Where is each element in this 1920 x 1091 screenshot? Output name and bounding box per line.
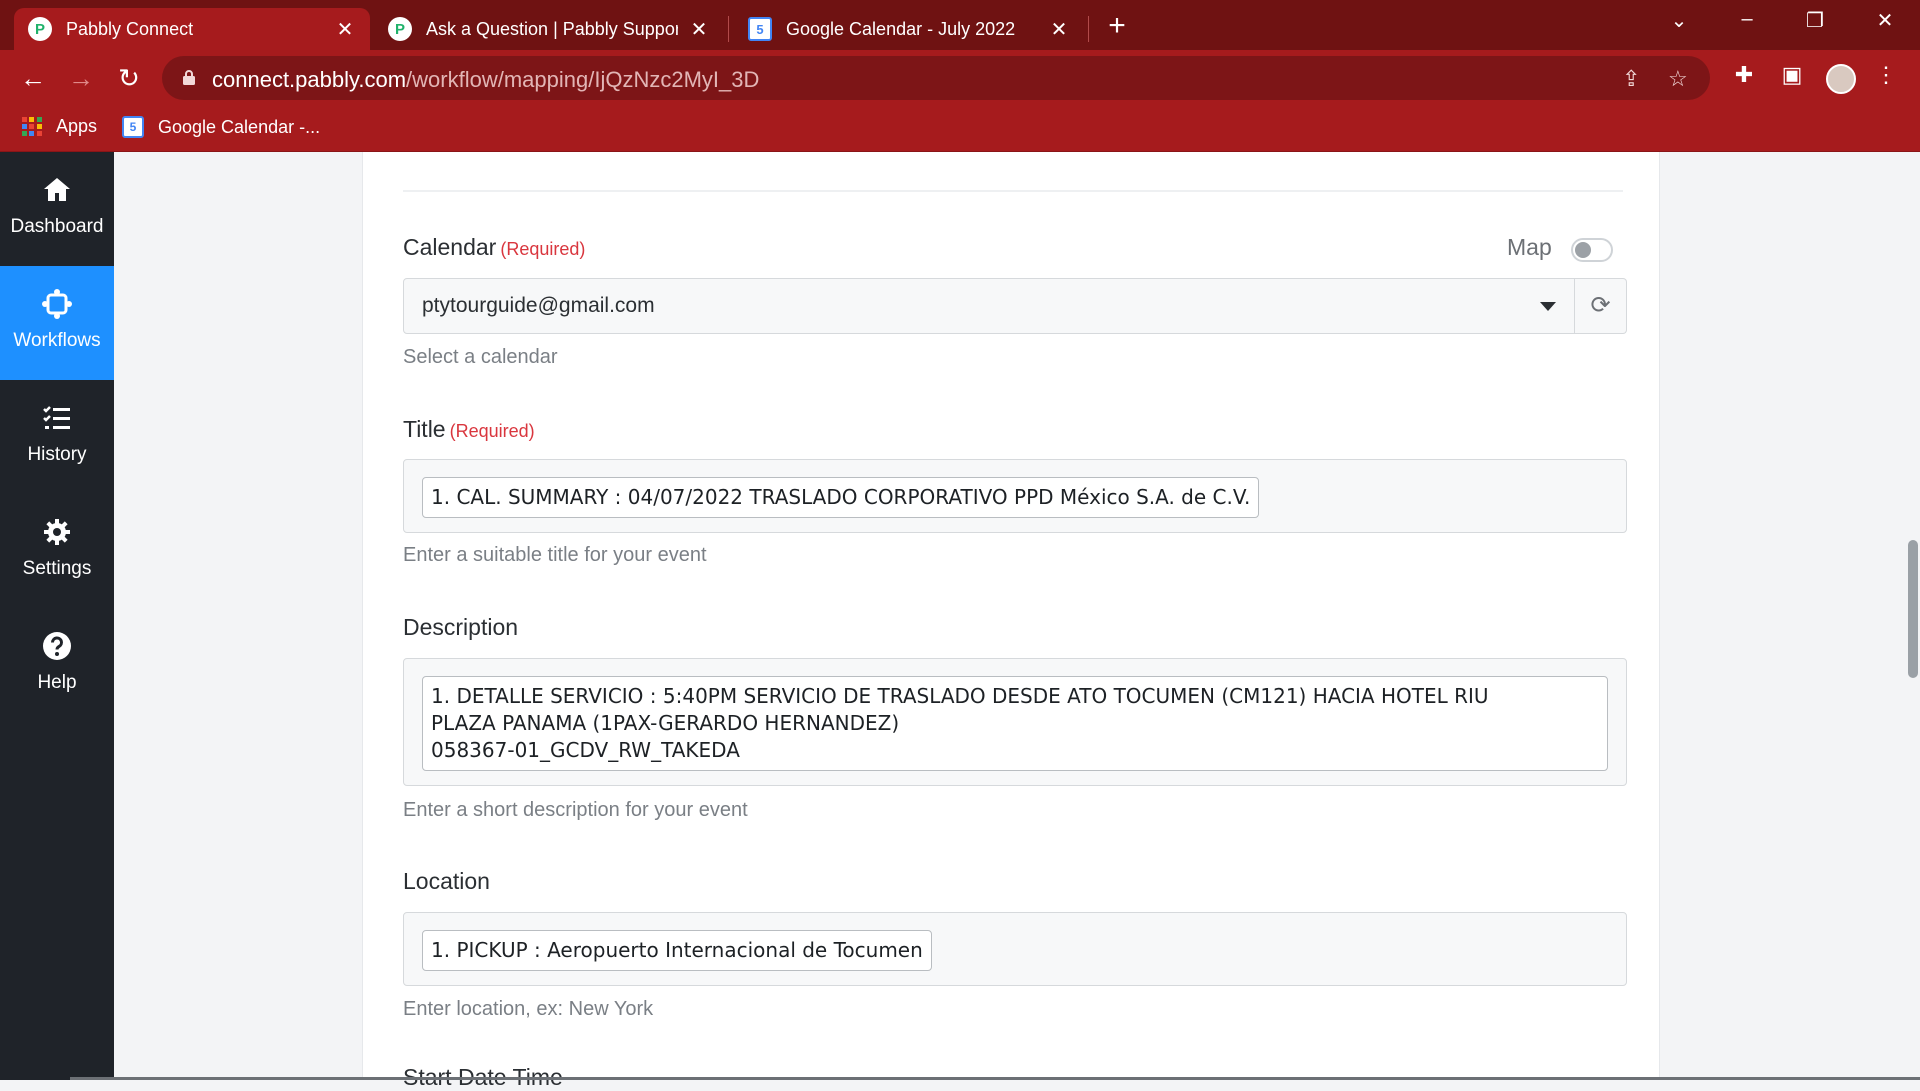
home-icon [44,178,70,201]
bookmark-label: Google Calendar -... [158,116,321,137]
back-arrow-icon[interactable]: ← [16,62,50,96]
location-field-label: Location [403,868,490,894]
tab-title: Ask a Question | Pabbly Support [426,18,678,39]
workflows-icon [42,289,72,319]
bookmark-star-icon[interactable]: ☆ [1668,66,1688,92]
dropdown-caret-icon [1540,302,1556,311]
title-hint: Enter a suitable title for your event [403,544,707,566]
browser-tab-bar: P Pabbly Connect ✕ P Ask a Question | Pa… [0,0,1920,50]
tab-search-chevron-icon[interactable]: ⌄ [1656,8,1702,33]
refresh-calendars-button[interactable]: ⟳ [1575,278,1627,334]
description-mapped-chip[interactable]: 1. DETALLE SERVICIO : 5:40PM SERVICIO DE… [422,676,1608,771]
calendar-hint: Select a calendar [403,346,558,368]
description-field-label: Description [403,614,519,640]
browser-toolbar: ← → ↻ connect.pabbly.com/workflow/mappin… [0,50,1920,106]
sidebar-item-label: Workflows [13,330,101,351]
divider [403,190,1623,192]
location-hint: Enter location, ex: New York [403,998,654,1020]
location-mapped-chip[interactable]: 1. PICKUP : Aeropuerto Internacional de … [422,930,932,971]
lock-icon [183,70,195,85]
toggle-knob [1575,242,1591,258]
required-badge: (Required) [500,239,586,259]
close-icon[interactable]: ✕ [1048,17,1070,42]
map-toggle[interactable] [1571,238,1613,262]
forward-arrow-icon[interactable]: → [64,62,98,96]
minimize-icon[interactable]: – [1724,8,1770,31]
reload-icon[interactable]: ↻ [112,62,146,96]
calendar-select[interactable]: ptytourguide@gmail.com [403,278,1575,334]
map-toggle-label: Map [1507,234,1552,260]
bookmark-apps[interactable]: Apps [22,116,97,137]
required-badge: (Required) [449,421,535,441]
tab-ask-question[interactable]: P Ask a Question | Pabbly Support ✕ [374,8,724,50]
bookmark-label: Apps [56,116,98,136]
sidebar-item-dashboard[interactable]: Dashboard [0,152,114,266]
tab-title: Pabbly Connect [66,18,194,39]
more-menu-icon[interactable]: ⋮ [1870,62,1902,88]
apps-grid-icon [22,116,42,137]
close-icon[interactable]: ✕ [334,17,356,42]
sidebar-item-label: Help [37,672,77,693]
gear-icon [44,519,70,545]
location-field[interactable]: 1. PICKUP : Aeropuerto Internacional de … [403,912,1627,986]
title-field[interactable]: 1. CAL. SUMMARY : 04/07/2022 TRASLADO CO… [403,459,1627,533]
tab-separator [1088,16,1089,42]
sidebar-item-settings[interactable]: Settings [0,494,114,608]
refresh-icon: ⟳ [1590,292,1611,319]
url-text: connect.pabbly.com/workflow/mapping/IjQz… [212,67,760,92]
title-field-label: Title (Required) [403,416,535,442]
calendar-field-label: Calendar (Required) [403,234,586,260]
window-close-icon[interactable]: ✕ [1862,8,1908,33]
pabbly-icon: P [388,17,412,41]
side-panel-icon[interactable]: ▣ [1776,62,1808,88]
address-bar[interactable]: connect.pabbly.com/workflow/mapping/IjQz… [162,56,1710,100]
bookmarks-bar: Apps 5 Google Calendar -... [0,106,1920,152]
close-icon[interactable]: ✕ [688,17,710,42]
sidebar-item-workflows[interactable]: Workflows [0,266,114,380]
pabbly-icon: P [28,17,52,41]
tab-title: Google Calendar - July 2022 [786,18,1016,39]
sidebar-item-label: Dashboard [10,216,104,237]
action-mapping-card: Calendar (Required) Map ptytourguide@gmai… [362,152,1660,1090]
app-sidebar: Dashboard Workflows History Settings Hel… [0,152,114,1080]
avatar[interactable] [1826,64,1856,94]
bookmark-google-calendar[interactable]: 5 Google Calendar -... [122,116,320,138]
tab-google-calendar[interactable]: 5 Google Calendar - July 2022 ✕ [734,8,1084,50]
description-hint: Enter a short description for your event [403,799,748,821]
help-icon [43,632,71,660]
page-scrollbar-thumb[interactable] [1908,540,1918,678]
google-calendar-icon: 5 [122,116,144,138]
tab-separator [728,16,729,42]
tab-pabbly-connect[interactable]: P Pabbly Connect ✕ [14,8,370,50]
calendar-select-value: ptytourguide@gmail.com [422,294,655,317]
extensions-puzzle-icon[interactable]: ✚ [1728,62,1760,88]
sidebar-item-history[interactable]: History [0,380,114,494]
sidebar-item-label: Settings [22,558,92,579]
sidebar-item-label: History [27,444,87,465]
google-calendar-icon: 5 [748,17,772,41]
new-tab-button[interactable]: + [1100,10,1134,44]
sidebar-item-help[interactable]: Help [0,608,114,722]
share-icon[interactable]: ⇪ [1622,66,1640,92]
title-mapped-chip[interactable]: 1. CAL. SUMMARY : 04/07/2022 TRASLADO CO… [422,477,1260,518]
description-field[interactable]: 1. DETALLE SERVICIO : 5:40PM SERVICIO DE… [403,658,1627,786]
history-list-icon [43,406,70,429]
restore-icon[interactable]: ❐ [1792,8,1838,33]
